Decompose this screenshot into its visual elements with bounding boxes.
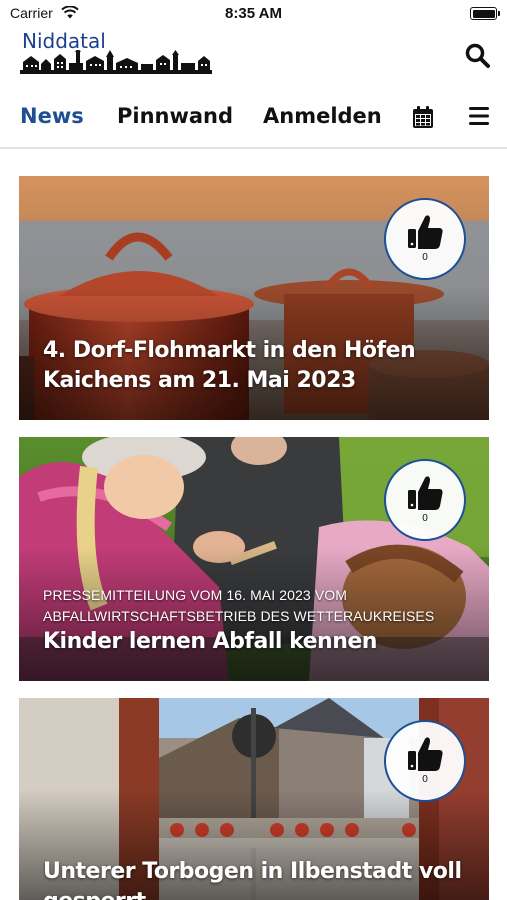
tab-anmelden[interactable]: Anmelden <box>263 104 382 128</box>
town-skyline-logo <box>20 50 212 74</box>
news-card[interactable]: 0 4. Dorf-Flohmarkt in den Höfen Kaichen… <box>19 176 489 420</box>
news-title: Kinder lernen Abfall kennen <box>43 629 377 654</box>
calendar-icon[interactable] <box>411 105 435 129</box>
header-divider <box>0 147 507 149</box>
like-button[interactable]: 0 <box>384 459 466 541</box>
like-count: 0 <box>422 252 428 263</box>
like-button[interactable]: 0 <box>384 198 466 280</box>
news-card[interactable]: 0 Unterer Torbogen in Ilbenstadt voll ge… <box>19 698 489 900</box>
thumbs-up-icon <box>408 737 443 771</box>
clock: 8:35 AM <box>225 5 282 22</box>
tab-news[interactable]: News <box>20 104 84 128</box>
thumbs-up-icon <box>408 476 443 510</box>
search-icon[interactable] <box>464 42 492 70</box>
main-navigation: News Pinnwand Anmelden <box>0 96 507 140</box>
news-subtitle: PRESSEMITTEILUNG VOM 16. MAI 2023 VOM AB… <box>43 587 435 624</box>
like-count: 0 <box>422 774 428 785</box>
news-card[interactable]: 0 PRESSEMITTEILUNG VOM 16. MAI 2023 VOM … <box>19 437 489 681</box>
like-count: 0 <box>422 513 428 524</box>
tab-pinnwand[interactable]: Pinnwand <box>117 104 233 128</box>
like-button[interactable]: 0 <box>384 720 466 802</box>
news-title: Unterer Torbogen in Ilbenstadt voll gesp… <box>43 859 462 900</box>
battery-icon <box>470 7 500 20</box>
thumbs-up-icon <box>408 215 443 249</box>
status-bar: Carrier 8:35 AM <box>0 0 507 28</box>
news-title: 4. Dorf-Flohmarkt in den Höfen Kaichens … <box>43 338 416 393</box>
hamburger-menu-icon[interactable] <box>468 106 490 126</box>
